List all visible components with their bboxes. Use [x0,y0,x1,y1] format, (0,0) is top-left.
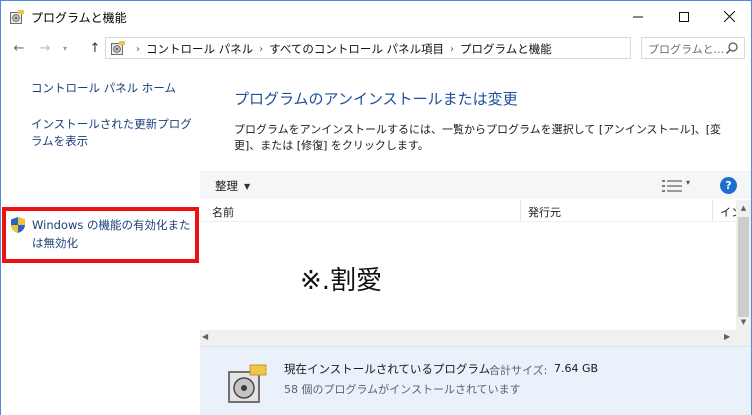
installed-updates-link[interactable]: インストールされた更新プログラムを表示 [31,116,193,150]
chevron-down-icon: ▼ [244,181,251,191]
maximize-button[interactable] [661,1,707,32]
address-bar[interactable]: › コントロール パネル › すべてのコントロール パネル項目 › プログラムと… [105,37,727,59]
details-pane: 現在インストールされているプログラム 合計サイズ: 7.64 GB 58 個のプ… [200,346,751,415]
breadcrumb-separator[interactable]: › [136,44,140,55]
shield-icon [11,217,25,233]
page-description: プログラムをアンインストールするには、一覧からプログラムを選択して [アンインス… [234,123,722,152]
control-panel-icon [111,41,125,55]
organize-label: 整理 [215,179,238,193]
column-publisher[interactable]: 発行元 [528,204,561,220]
close-icon [723,11,735,22]
window-title: プログラムと機能 [31,11,127,25]
column-installed-on[interactable]: イン [720,204,736,220]
scroll-thumb[interactable] [738,217,749,317]
view-details-icon[interactable] [662,179,682,193]
scroll-down-button[interactable]: ▼ [736,314,751,329]
recent-locations-button[interactable]: ▾ [59,39,71,57]
forward-button[interactable]: → [35,39,55,57]
search-input[interactable]: プログラムと... [648,41,724,57]
back-button[interactable]: ← [9,39,29,57]
column-header: 名前 発行元 イン [200,200,751,222]
breadcrumb-programs[interactable]: プログラムと機能 [460,41,552,57]
details-title: 現在インストールされているプログラム [284,362,491,376]
breadcrumb-separator[interactable]: › [450,44,454,55]
program-count: 58 個のプログラムがインストールされています [284,383,521,396]
column-divider[interactable] [520,200,521,222]
total-size-label: 合計サイズ: [489,364,548,377]
breadcrumb-all-items[interactable]: すべてのコントロール パネル項目 [269,41,444,57]
total-size-value: 7.64 GB [554,362,599,375]
programs-app-icon [10,10,24,24]
minimize-icon [633,16,643,17]
title-bar: プログラムと機能 [0,0,752,32]
view-options-button[interactable]: ▾ [686,178,690,187]
control-panel-home-link[interactable]: コントロール パネル ホーム [31,80,196,97]
breadcrumb-separator[interactable]: › [259,44,263,55]
windows-features-link[interactable]: Windows の機能の有効化または無効化 [32,216,197,252]
main-pane: プログラムのアンインストールまたは変更 プログラムをアンインストールするには、一… [200,64,751,415]
scroll-left-button[interactable]: ◀ [202,332,208,341]
close-button[interactable] [706,1,752,32]
page-title: プログラムのアンインストールまたは変更 [234,90,518,108]
highlight-box: Windows の機能の有効化または無効化 [2,207,199,263]
horizontal-scrollbar[interactable]: ◀ ▶ [200,330,736,346]
vertical-scrollbar[interactable]: ▲ ▼ [736,200,751,346]
scroll-right-button[interactable]: ▶ [724,332,730,341]
breadcrumb: › コントロール パネル › すべてのコントロール パネル項目 › プログラムと… [130,41,552,57]
search-icon [726,42,738,54]
task-pane: コントロール パネル ホーム インストールされた更新プログラムを表示 Windo… [1,64,200,415]
maximize-icon [679,11,689,22]
breadcrumb-control-panel[interactable]: コントロール パネル [146,41,253,57]
help-button[interactable]: ? [720,177,737,194]
navigation-bar: ← → ▾ ↑ › コントロール パネル › すべてのコントロール パネル項目 … [0,32,752,64]
column-name[interactable]: 名前 [212,204,234,220]
up-button[interactable]: ↑ [85,39,105,57]
minimize-button[interactable] [615,1,661,32]
column-divider[interactable] [712,200,713,222]
scroll-up-button[interactable]: ▲ [736,200,751,215]
program-list[interactable]: ※.割愛 [200,222,736,346]
search-box[interactable]: プログラムと... [641,37,745,59]
redacted-note: ※.割愛 [300,266,383,296]
organize-button[interactable]: 整理 ▼ [215,178,250,194]
installed-programs-icon [228,364,267,403]
command-bar: 整理 ▼ ▾ ? [200,171,751,199]
